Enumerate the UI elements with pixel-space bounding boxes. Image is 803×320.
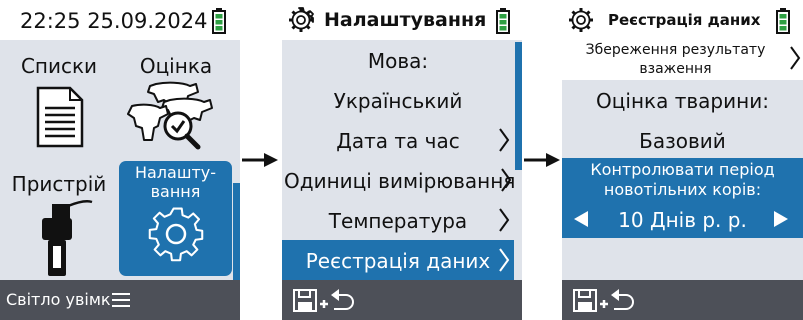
datetime-label: Дата та час xyxy=(336,129,460,153)
settings-item-units[interactable]: Одиниці вимірювання xyxy=(282,160,516,200)
bottom-bar xyxy=(282,280,522,320)
data-recording-screen: Реєстрація даних Збереження результату в… xyxy=(562,0,803,320)
status-bar: 22:25 25.09.2024 xyxy=(0,0,240,40)
transition-arrow-icon xyxy=(242,153,278,167)
document-list-icon xyxy=(36,86,84,148)
lists-label: Списки xyxy=(20,54,98,78)
cow-evaluation-icon xyxy=(127,81,213,150)
chevron-right-icon xyxy=(499,128,510,152)
save-and-back-icon[interactable] xyxy=(292,287,354,313)
chevron-right-icon xyxy=(499,208,510,232)
animal-eval-label: Оцінка тварини: xyxy=(596,89,769,113)
gear-icon xyxy=(569,8,593,32)
settings-item-data-recording[interactable]: Реєстрація даних xyxy=(282,240,514,280)
scrollbar[interactable] xyxy=(515,42,522,170)
chevron-right-icon xyxy=(499,248,510,272)
evaluation-tile[interactable]: Оцінка xyxy=(120,44,232,160)
fresh-cow-monitor-item[interactable]: Контролювати період новотільних корів: 1… xyxy=(562,158,803,238)
gear-icon xyxy=(289,7,314,32)
animal-eval-value[interactable]: Базовий xyxy=(562,129,803,153)
save-result-item[interactable]: Збереження результату взаження xyxy=(562,40,803,80)
clock: 22:25 25.09.2024 xyxy=(20,9,208,33)
temperature-label: Температура xyxy=(328,209,468,233)
data-recording-list: Оцінка тварини: Базовий Контролювати пер… xyxy=(562,80,803,280)
settings-gear-icon xyxy=(148,207,204,262)
handheld-device-icon xyxy=(42,200,93,276)
settings-list: Мова: Український Дата та час Одиниці ви… xyxy=(282,40,522,280)
device-label: Пристрій xyxy=(11,172,107,196)
settings-label-line2: вання xyxy=(150,182,201,201)
battery-icon xyxy=(496,8,510,34)
settings-item-temperature[interactable]: Температура xyxy=(282,200,514,240)
settings-screen: Налаштування Мова: Український Дата та ч… xyxy=(282,0,522,320)
settings-tile[interactable]: Налашту- вання xyxy=(119,161,232,276)
page-title: Реєстрація даних xyxy=(608,11,761,29)
data-recording-header: Реєстрація даних xyxy=(562,0,803,40)
bottom-bar xyxy=(562,280,803,320)
chevron-right-icon xyxy=(790,46,801,70)
settings-label-line1: Налашту- xyxy=(134,163,217,182)
battery-icon xyxy=(776,8,790,34)
lists-tile[interactable]: Списки xyxy=(4,44,114,160)
settings-header: Налаштування xyxy=(282,0,522,40)
save-result-line2: взаження xyxy=(639,61,712,77)
scrollbar[interactable] xyxy=(233,183,240,280)
language-value[interactable]: Український xyxy=(282,89,514,113)
data-recording-label: Реєстрація даних xyxy=(305,249,491,273)
transition-arrow-icon xyxy=(524,153,560,167)
evaluation-label: Оцінка xyxy=(139,54,213,78)
home-menu-grid: Списки Оцінка Пристрій Налашту- вання xyxy=(0,40,240,280)
home-screen: 22:25 25.09.2024 Списки Оцінка Пристрій … xyxy=(0,0,240,320)
save-result-line1: Збереження результату xyxy=(585,42,766,58)
device-tile[interactable]: Пристрій xyxy=(4,164,114,278)
monitor-line1: Контролювати період xyxy=(590,160,775,179)
arrow-right-icon[interactable] xyxy=(772,210,790,228)
language-label: Мова: xyxy=(367,49,429,73)
chevron-right-icon xyxy=(501,168,512,192)
save-and-back-icon[interactable] xyxy=(572,287,634,313)
monitor-value: 10 Днів р. р. xyxy=(618,208,747,232)
battery-icon xyxy=(212,8,226,34)
settings-item-datetime[interactable]: Дата та час xyxy=(282,120,514,160)
page-title: Налаштування xyxy=(324,9,487,31)
monitor-line2: новотільних корів: xyxy=(603,180,762,199)
menu-icon[interactable] xyxy=(112,292,130,308)
light-status-label: Світло увімк xyxy=(6,290,111,309)
units-label: Одиниці вимірювання xyxy=(284,169,516,193)
bottom-bar: Світло увімк xyxy=(0,280,240,320)
